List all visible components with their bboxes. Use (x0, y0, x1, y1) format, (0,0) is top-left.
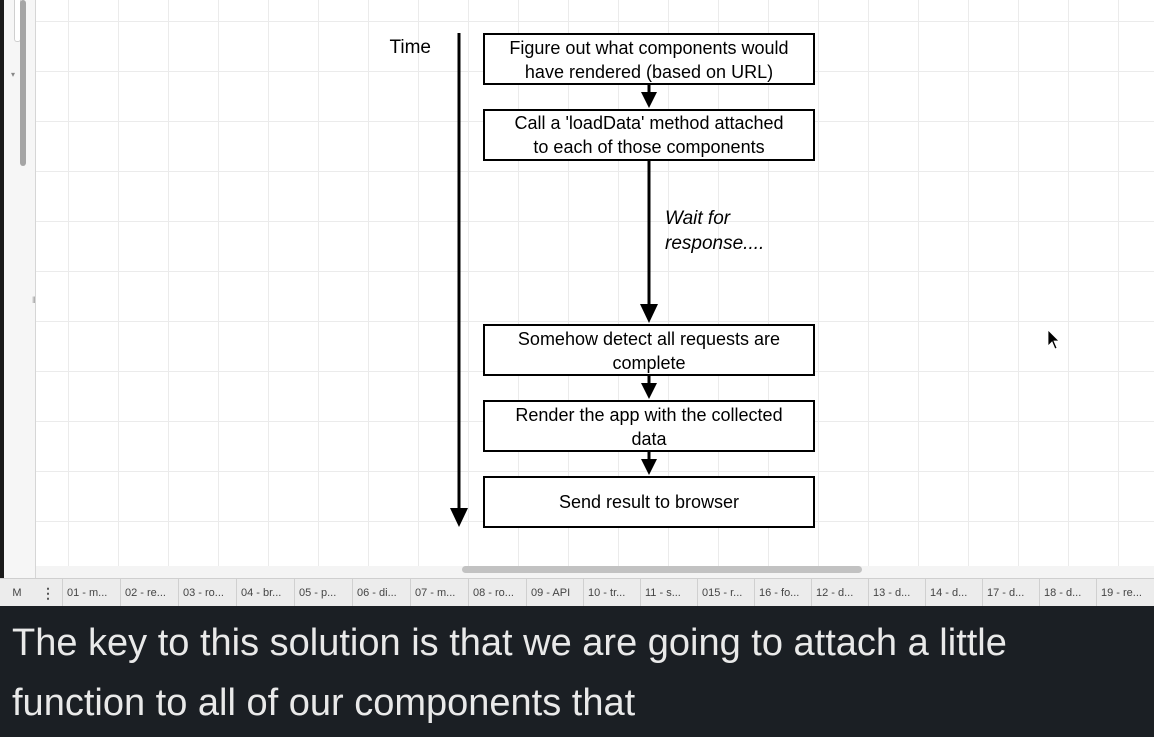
flow-arrow-3 (641, 375, 657, 399)
horizontal-scrollbar[interactable] (462, 566, 862, 573)
page-tab[interactable]: 015 - r... (697, 578, 754, 606)
flow-step-1-line-2: have rendered (based on URL) (525, 62, 773, 82)
flow-step-3[interactable]: Somehow detect all requests are complete (483, 324, 815, 376)
flowchart: Time Figure out what components would ha… (389, 33, 1060, 528)
flow-step-4-line-2: data (631, 429, 667, 449)
flow-step-2-line-1: Call a 'loadData' method attached (514, 113, 783, 133)
page-tab-bar: M ⋮ 01 - m... 02 - re... 03 - ro... 04 - br… (0, 578, 1154, 606)
page-tab[interactable]: 10 - tr... (583, 578, 640, 606)
page-tab[interactable]: 13 - d... (868, 578, 925, 606)
page-tab[interactable]: 02 - re... (120, 578, 178, 606)
wait-note-line-1: Wait for (665, 208, 731, 229)
flow-step-1[interactable]: Figure out what components would have re… (483, 33, 815, 85)
flow-step-4[interactable]: Render the app with the collected data (483, 400, 815, 452)
drawing-canvas[interactable]: Time Figure out what components would ha… (36, 0, 1154, 566)
flow-step-5-label: Send result to browser (559, 492, 739, 512)
page-tab[interactable]: 12 - d... (811, 578, 868, 606)
page-tab[interactable]: 17 - d... (982, 578, 1039, 606)
caption-line-2: function to all of our components that (12, 682, 636, 724)
page-tab[interactable]: 01 - m... (62, 578, 120, 606)
diagram-editor-window: ▾ ‖ Time Figure out what components woul… (0, 0, 1154, 606)
flow-step-3-line-2: complete (612, 353, 685, 373)
page-tab[interactable]: 04 - br... (236, 578, 294, 606)
time-axis-label: Time (389, 37, 431, 58)
page-tabs: 01 - m... 02 - re... 03 - ro... 04 - br... 0… (62, 578, 1153, 606)
page-tab[interactable]: 09 - API (526, 578, 583, 606)
page-tab[interactable]: 16 - fo... (754, 578, 811, 606)
flow-step-4-line-1: Render the app with the collected (515, 405, 782, 425)
page-tab[interactable]: 07 - m... (410, 578, 468, 606)
flow-step-2[interactable]: Call a 'loadData' method attached to eac… (483, 109, 815, 161)
pages-menu-icon[interactable]: ⋮ (34, 586, 62, 600)
page-tab[interactable]: 19 - re... (1096, 578, 1153, 606)
page-tab[interactable]: 18 - d... (1039, 578, 1096, 606)
flow-arrow-2 (640, 160, 658, 323)
chevron-down-icon[interactable]: ▾ (11, 70, 15, 79)
page-tab[interactable]: 11 - s... (640, 578, 697, 606)
caption-line-1: The key to this solution is that we are … (12, 622, 1007, 664)
flow-step-5[interactable]: Send result to browser (483, 476, 815, 528)
flow-step-3-line-1: Somehow detect all requests are (518, 329, 780, 349)
page-tab[interactable]: 14 - d... (925, 578, 982, 606)
left-sidebar: ▾ ‖ (4, 0, 36, 578)
tab-bar-first-label[interactable]: M (0, 587, 34, 599)
page-tab[interactable]: 06 - di... (352, 578, 410, 606)
vertical-scrollbar[interactable] (20, 0, 26, 166)
page-tab[interactable]: 05 - p... (294, 578, 352, 606)
flow-step-2-line-2: to each of those components (533, 137, 764, 157)
page-tab[interactable]: 03 - ro... (178, 578, 236, 606)
time-arrow (450, 33, 468, 527)
wait-note-line-2: response.... (665, 233, 764, 254)
page-tab[interactable]: 08 - ro... (468, 578, 526, 606)
flow-step-1-line-1: Figure out what components would (509, 38, 788, 58)
flow-arrow-1 (641, 84, 657, 108)
flow-arrow-4 (641, 451, 657, 475)
mouse-cursor-icon (1047, 329, 1060, 350)
